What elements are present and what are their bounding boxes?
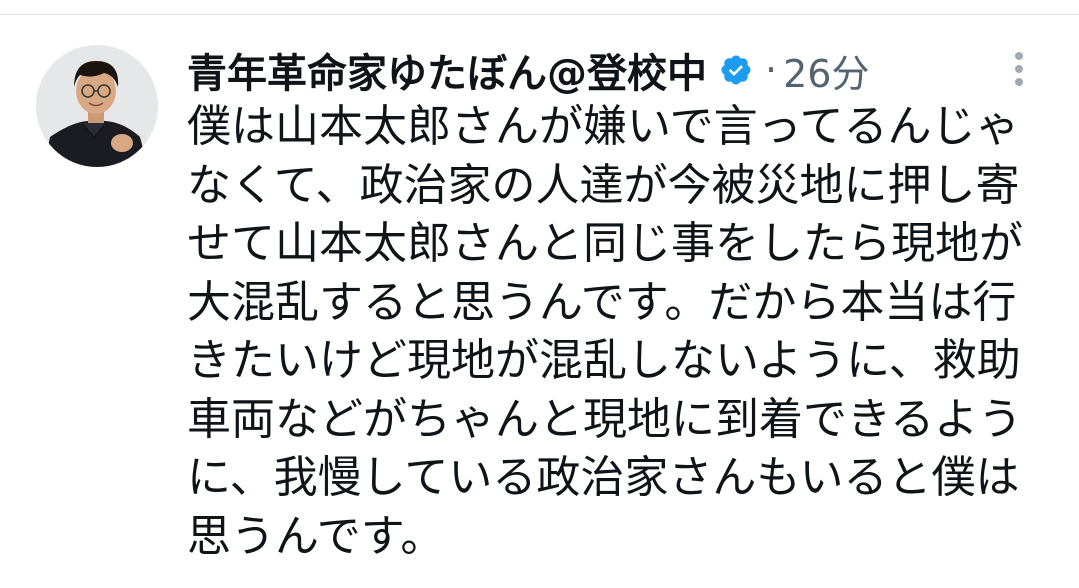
tweet-timestamp[interactable]: 26分 <box>783 43 869 98</box>
tweet-text-line: 大混乱すると思うんです。だから本当は行 <box>187 276 1017 328</box>
tweet-text-line: 僕は山本太郎さんが嫌いで言ってるんじゃ <box>187 101 1020 152</box>
tweet: 青年革命家ゆたぼん@登校中 · 26分 僕は山本太郎さんが嫌いで言ってるんじゃ … <box>187 38 1047 566</box>
verified-badge-icon <box>719 53 753 87</box>
avatar-photo <box>36 45 158 167</box>
tweet-text-line: せて山本太郎さんと同じ事をしたら現地が <box>187 218 1023 269</box>
tweet-separator: · <box>765 48 778 92</box>
tweet-text: 僕は山本太郎さんが嫌いで言ってるんじゃ なくて、政治家の人達が今被災地に押し寄 … <box>187 98 1047 566</box>
tweet-header: 青年革命家ゆたぼん@登校中 · 26分 <box>187 38 1047 102</box>
tweet-text-line: なくて、政治家の人達が今被災地に押し寄 <box>187 159 1020 211</box>
tweet-text-line: に、我慢している政治家さんもいると僕は <box>187 452 1020 503</box>
more-vertical-icon[interactable] <box>1004 50 1034 90</box>
avatar[interactable] <box>36 45 158 167</box>
tweet-text-line: きたいけど現地が混乱しないように、救助 <box>187 335 1021 386</box>
tweet-text-line: 思うんです。 <box>187 510 445 562</box>
tweet-text-line: 車両などがちゃんと現地に到着できるよう <box>187 393 1023 445</box>
display-name[interactable]: 青年革命家ゆたぼん@登校中 <box>187 41 707 99</box>
top-divider <box>0 14 1079 15</box>
